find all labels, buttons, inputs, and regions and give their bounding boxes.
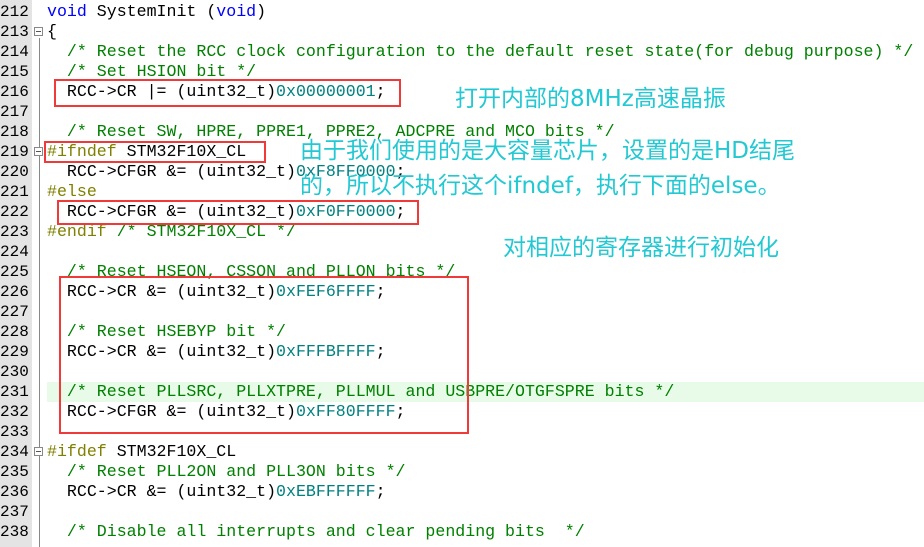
code-text: /* Reset the RCC clock configuration to … [47, 42, 924, 62]
line-number: 227 [0, 303, 29, 321]
code-text: RCC->CR &= (uint32_t)0xEBFFFFFF; [47, 482, 924, 502]
fold-collapse-icon[interactable] [34, 27, 43, 36]
token-tx: ; [375, 482, 386, 501]
line-number: 235 [0, 463, 29, 481]
code-text: /* Disable all interrupts and clear pend… [47, 522, 924, 542]
line-number: 225 [0, 263, 29, 281]
code-line[interactable]: 223 #endif /* STM32F10X_CL */ [0, 222, 924, 242]
line-number: 224 [0, 243, 29, 261]
code-text: #endif /* STM32F10X_CL */ [47, 222, 924, 242]
token-tx: RCC->CFGR &= (uint32_t) [47, 162, 296, 181]
code-text: /* Reset PLL2ON and PLL3ON bits */ [47, 462, 924, 482]
token-tx: SystemInit ( [86, 2, 217, 21]
annotation-ifndef-line2: 的，所以不执行这个ifndef，执行下面的else。 [300, 173, 781, 199]
code-text: { [47, 22, 924, 42]
line-number: 216 [0, 83, 29, 101]
line-number: 215 [0, 63, 29, 81]
token-cm: /* Reset PLL2ON and PLL3ON bits */ [47, 462, 406, 481]
highlight-box-ifndef [44, 141, 266, 163]
highlight-box-hsion [54, 79, 401, 107]
line-number: 238 [0, 523, 29, 541]
line-number: 214 [0, 43, 29, 61]
code-text: void SystemInit (void) [47, 2, 924, 22]
line-number: 236 [0, 483, 29, 501]
token-tx: ) [256, 2, 267, 21]
highlight-box-register-init [59, 276, 469, 434]
line-number: 230 [0, 363, 29, 381]
annotation-ifndef-line1: 由于我们使用的是大容量芯片，设置的是HD结尾 [300, 138, 796, 164]
token-cm: /* Disable all interrupts and clear pend… [47, 522, 585, 541]
token-pp: #ifdef [47, 442, 107, 461]
token-cm: /* Reset the RCC clock configuration to … [47, 42, 914, 61]
line-number: 229 [0, 343, 29, 361]
code-line[interactable]: 236 RCC->CR &= (uint32_t)0xEBFFFFFF; [0, 482, 924, 502]
code-line[interactable]: 224 [0, 242, 924, 262]
fold-collapse-icon[interactable] [34, 147, 43, 156]
line-number: 221 [0, 183, 29, 201]
line-number: 231 [0, 383, 29, 401]
line-number: 212 [0, 3, 29, 21]
line-number: 237 [0, 503, 29, 521]
fold-collapse-icon[interactable] [34, 447, 43, 456]
line-number: 226 [0, 283, 29, 301]
token-num: 0xEBFFFFFF [276, 482, 376, 501]
token-tx: { [47, 22, 57, 41]
code-line[interactable]: 212 void SystemInit (void) [0, 2, 924, 22]
annotation-hsi: 打开内部的8MHz高速晶振 [455, 86, 726, 112]
line-number: 222 [0, 203, 29, 221]
line-number: 223 [0, 223, 29, 241]
code-line[interactable]: 234 #ifdef STM32F10X_CL [0, 442, 924, 462]
line-number: 232 [0, 403, 29, 421]
line-number: 233 [0, 423, 29, 441]
code-line[interactable]: 235 /* Reset PLL2ON and PLL3ON bits */ [0, 462, 924, 482]
annotation-register-init: 对相应的寄存器进行初始化 [503, 235, 779, 261]
code-line[interactable]: 237 [0, 502, 924, 522]
token-tx: STM32F10X_CL [106, 442, 237, 461]
token-tx: RCC->CR &= (uint32_t) [47, 482, 277, 501]
line-number: 234 [0, 443, 29, 461]
token-pp: #else [47, 182, 97, 201]
line-number: 213 [0, 23, 29, 41]
code-line[interactable]: 213 { [0, 22, 924, 42]
token-kw: void [216, 2, 257, 21]
line-number: 220 [0, 163, 29, 181]
line-number: 218 [0, 123, 29, 141]
highlight-box-else [57, 200, 419, 225]
code-line[interactable]: 238 /* Disable all interrupts and clear … [0, 522, 924, 542]
code-text: #ifdef STM32F10X_CL [47, 442, 924, 462]
line-number: 217 [0, 103, 29, 121]
code-line[interactable]: 214 /* Reset the RCC clock configuration… [0, 42, 924, 62]
token-kw: void [47, 2, 87, 21]
line-number: 219 [0, 143, 29, 161]
line-number: 228 [0, 323, 29, 341]
